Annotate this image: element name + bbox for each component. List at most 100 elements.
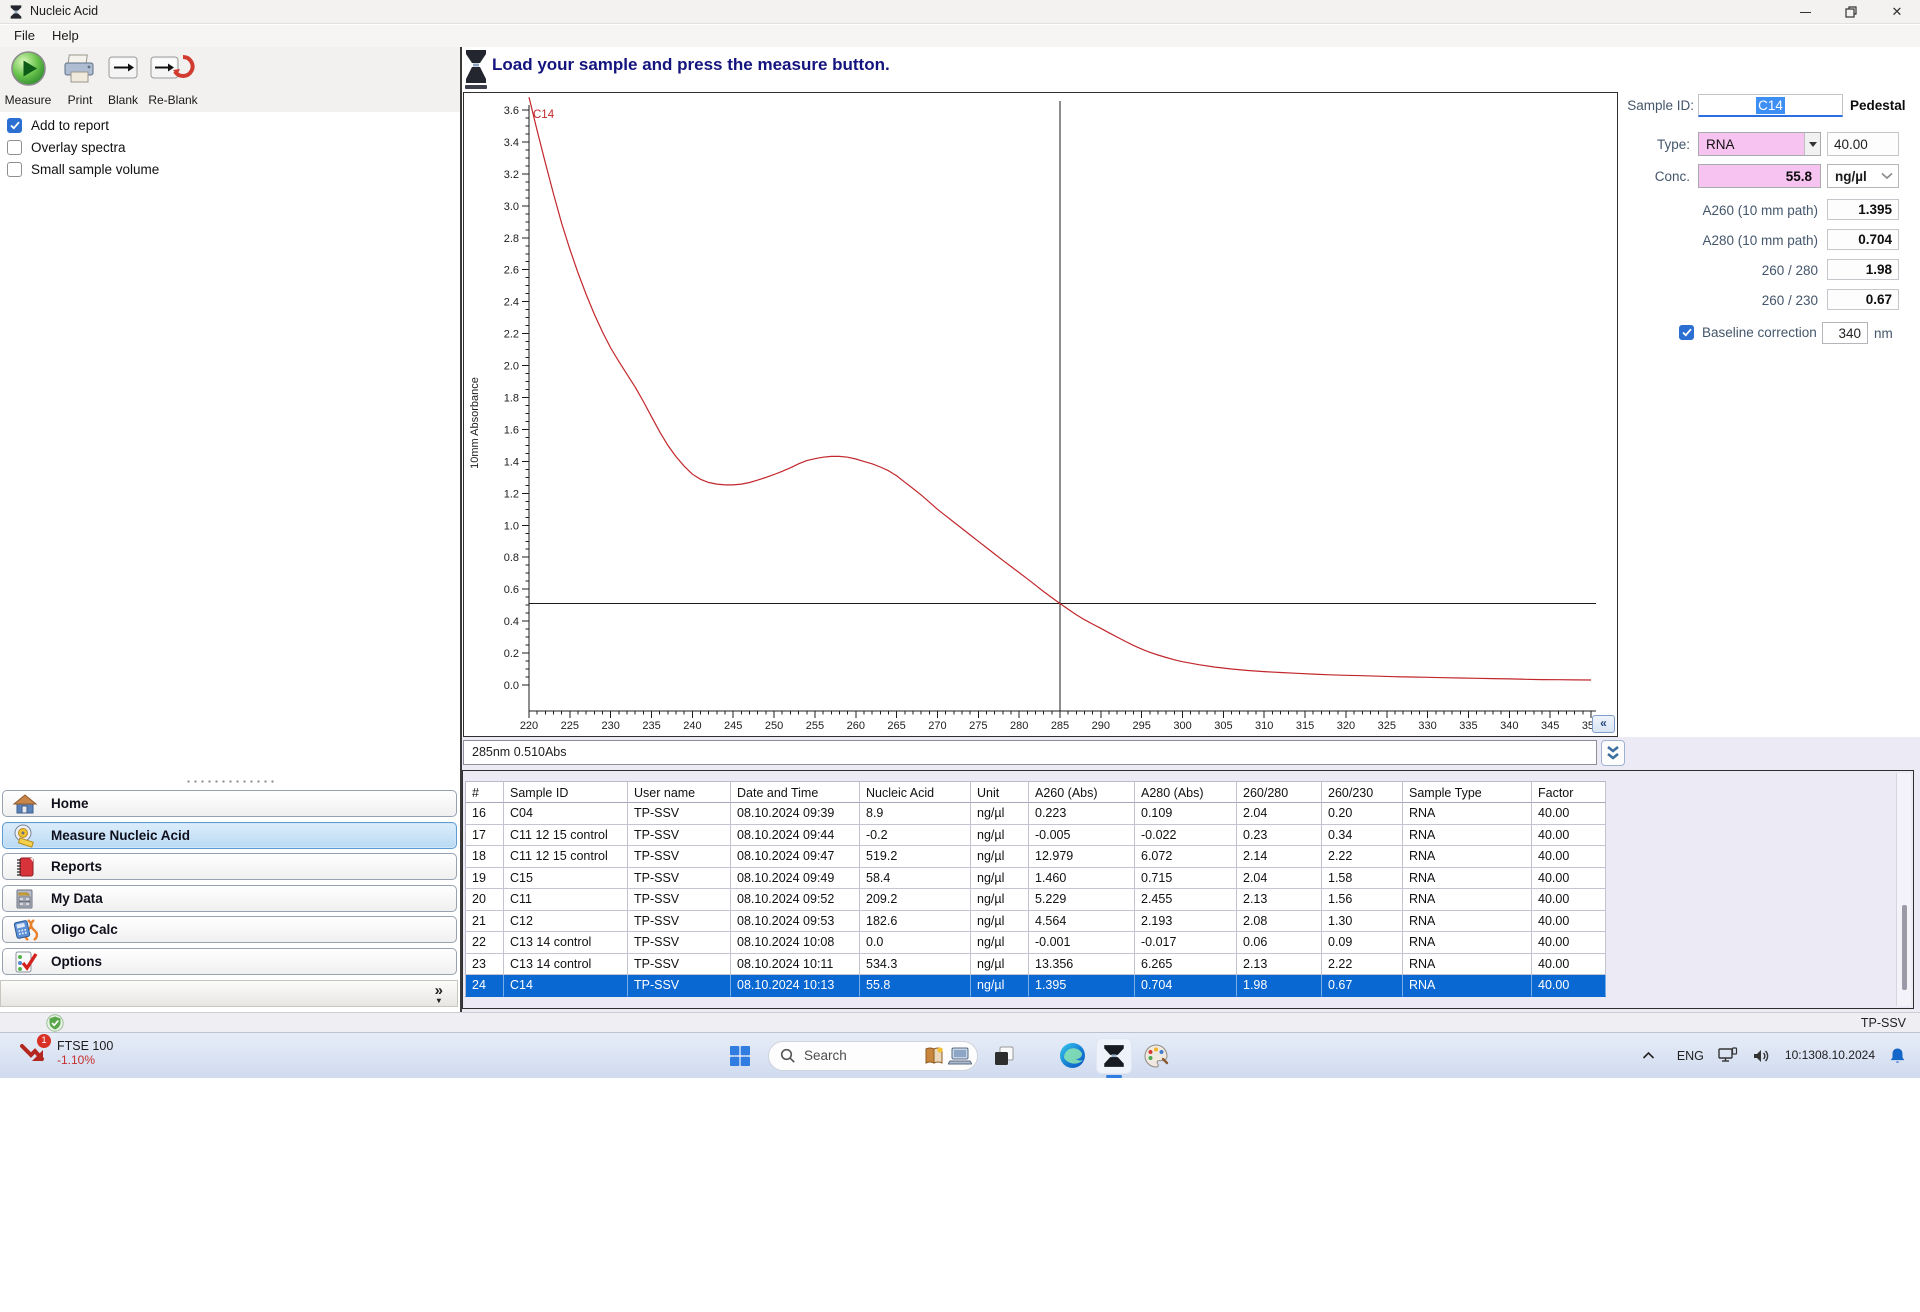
blank-button[interactable]: Blank xyxy=(104,50,142,107)
unit-dropdown[interactable]: ng/µl xyxy=(1827,164,1899,188)
table-cell: 0.0 xyxy=(860,932,971,954)
clock[interactable]: 10:13 08.10.2024 xyxy=(1785,1048,1875,1063)
type-dropdown[interactable]: RNA xyxy=(1698,132,1821,156)
table-cell: 08.10.2024 10:11 xyxy=(731,953,860,975)
column-header[interactable]: Date and Time xyxy=(731,782,860,803)
table-row[interactable]: 24 C14 TP-SSV 08.10.2024 10:13 55.8 ng/µl 1.39… xyxy=(465,975,1606,997)
edge-browser-button[interactable] xyxy=(1054,1038,1090,1074)
print-button[interactable]: Print xyxy=(58,50,102,107)
column-header[interactable]: A260 (Abs) xyxy=(1029,782,1135,803)
reblank-button[interactable]: Re-Blank xyxy=(146,50,200,107)
table-cell: 58.4 xyxy=(860,867,971,889)
svg-text:270: 270 xyxy=(928,720,946,732)
expand-readout-button[interactable] xyxy=(1601,740,1625,766)
sidebar-item-oligo-calc[interactable]: Oligo Calc xyxy=(2,916,457,943)
toolbar: Measure Print Blank Re-Blank xyxy=(0,47,460,112)
table-cell: RNA xyxy=(1403,867,1532,889)
search-input[interactable]: Search xyxy=(768,1040,978,1071)
restore-button[interactable] xyxy=(1828,0,1874,24)
tray-expand-button[interactable] xyxy=(1642,1051,1655,1060)
table-cell: 40.00 xyxy=(1532,932,1606,954)
taskbar-widget[interactable]: 1 FTSE 100 -1.10% xyxy=(18,1034,113,1068)
concentration-field[interactable]: 55.8 xyxy=(1698,164,1821,188)
menu-help[interactable]: Help xyxy=(52,28,79,43)
baseline-wavelength-field[interactable]: 340 xyxy=(1822,322,1868,344)
search-placeholder: Search xyxy=(804,1048,847,1063)
collapse-chart-button[interactable]: « xyxy=(1592,715,1615,733)
svg-text:3.4: 3.4 xyxy=(504,137,519,149)
table-cell: C13 14 control xyxy=(504,953,628,975)
absorbance-chart[interactable]: 220 225 230 235 240 245 250 255 260 265 270 275 280 2… xyxy=(464,93,1617,747)
measure-button[interactable]: Measure xyxy=(4,50,52,107)
windows-logo-icon xyxy=(730,1045,750,1066)
table-row[interactable]: 20 C11 TP-SSV 08.10.2024 09:52 209.2 ng/µl 5.2… xyxy=(465,889,1606,911)
start-button[interactable] xyxy=(722,1038,758,1074)
column-header[interactable]: 260/230 xyxy=(1322,782,1403,803)
volume-icon[interactable] xyxy=(1752,1048,1771,1064)
notification-bell-icon[interactable] xyxy=(1889,1047,1906,1065)
baseline-checkbox[interactable] xyxy=(1679,325,1694,340)
table-cell: 0.715 xyxy=(1135,867,1237,889)
network-icon[interactable] xyxy=(1718,1047,1738,1064)
column-header[interactable]: Sample Type xyxy=(1403,782,1532,803)
table-cell: TP-SSV xyxy=(628,953,731,975)
svg-text:260: 260 xyxy=(847,720,865,732)
task-view-button[interactable] xyxy=(986,1038,1022,1074)
table-row[interactable]: 17 C11 12 15 control TP-SSV 08.10.2024 09:4… xyxy=(465,824,1606,846)
pedestal-app-icon xyxy=(1104,1044,1124,1067)
close-button[interactable]: ✕ xyxy=(1874,0,1920,24)
expand-menu-button[interactable]: » ▾ xyxy=(435,982,443,1005)
table-cell: 22 xyxy=(465,932,504,954)
nucleic-acid-app-button[interactable] xyxy=(1096,1037,1132,1078)
column-header[interactable]: User name xyxy=(628,782,731,803)
table-row[interactable]: 16 C04 TP-SSV 08.10.2024 09:39 8.9 ng/µl 0.223… xyxy=(465,803,1606,825)
sample-id-input[interactable]: C14 xyxy=(1698,94,1843,117)
svg-text:240: 240 xyxy=(683,720,701,732)
column-header[interactable]: 260/280 xyxy=(1237,782,1322,803)
table-row[interactable]: 21 C12 TP-SSV 08.10.2024 09:53 182.6 ng/µl 4.5… xyxy=(465,910,1606,932)
search-icon xyxy=(780,1048,795,1063)
checkbox-small-sample-volume[interactable]: Small sample volume xyxy=(7,160,159,178)
column-header[interactable]: Factor xyxy=(1532,782,1606,803)
paint-app-button[interactable] xyxy=(1138,1038,1174,1074)
column-header[interactable]: Unit xyxy=(971,782,1029,803)
sidebar-item-measure-nucleic-acid[interactable]: Measure Nucleic Acid xyxy=(2,822,457,849)
table-scrollbar[interactable] xyxy=(1896,773,1911,1006)
sidebar-item-reports[interactable]: Reports xyxy=(2,853,457,880)
table-row[interactable]: 18 C11 12 15 control TP-SSV 08.10.2024 09:4… xyxy=(465,846,1606,868)
svg-text:330: 330 xyxy=(1418,720,1436,732)
app-window: Nucleic Acid ✕ File Help Measure Print B… xyxy=(0,0,1920,1312)
table-cell: 23 xyxy=(465,953,504,975)
search-highlight-thumbnail[interactable] xyxy=(924,1046,972,1066)
measure-tape-icon xyxy=(14,824,34,848)
sidebar-item-my-data[interactable]: My Data xyxy=(2,885,457,912)
checkbox-overlay-spectra[interactable]: Overlay spectra xyxy=(7,138,126,156)
column-header[interactable]: Nucleic Acid xyxy=(860,782,971,803)
svg-text:3.6: 3.6 xyxy=(504,105,519,117)
checkbox-add-to-report[interactable]: Add to report xyxy=(7,116,109,134)
sample-id-label: Sample ID: xyxy=(1627,98,1694,113)
table-cell: 2.22 xyxy=(1322,846,1403,868)
menu-file[interactable]: File xyxy=(14,28,35,43)
minimize-button[interactable] xyxy=(1782,0,1828,24)
column-header[interactable]: # xyxy=(465,782,504,803)
svg-text:2.2: 2.2 xyxy=(504,329,519,341)
left-panel: Measure Print Blank Re-Blank Add to repo… xyxy=(0,47,460,1012)
factor-field[interactable]: 40.00 xyxy=(1827,132,1899,156)
sidebar-item-home[interactable]: Home xyxy=(2,790,457,817)
table-cell: 519.2 xyxy=(860,846,971,868)
svg-text:310: 310 xyxy=(1255,720,1273,732)
cursor-readout[interactable]: 285nm 0.510Abs xyxy=(463,740,1597,765)
table-row[interactable]: 22 C13 14 control TP-SSV 08.10.2024 10:08 0.… xyxy=(465,932,1606,954)
table-cell: RNA xyxy=(1403,910,1532,932)
table-cell: 19 xyxy=(465,867,504,889)
table-cell: ng/µl xyxy=(971,910,1029,932)
language-indicator[interactable]: ENG xyxy=(1677,1049,1704,1063)
table-row[interactable]: 19 C15 TP-SSV 08.10.2024 09:49 58.4 ng/µl 1.46… xyxy=(465,867,1606,889)
table-row[interactable]: 23 C13 14 control TP-SSV 08.10.2024 10:11 53… xyxy=(465,953,1606,975)
splitter-handle[interactable] xyxy=(185,779,275,784)
sidebar-item-options[interactable]: Options xyxy=(2,948,457,975)
table-scrollbar-thumb[interactable] xyxy=(1902,905,1907,990)
column-header[interactable]: Sample ID xyxy=(504,782,628,803)
column-header[interactable]: A280 (Abs) xyxy=(1135,782,1237,803)
